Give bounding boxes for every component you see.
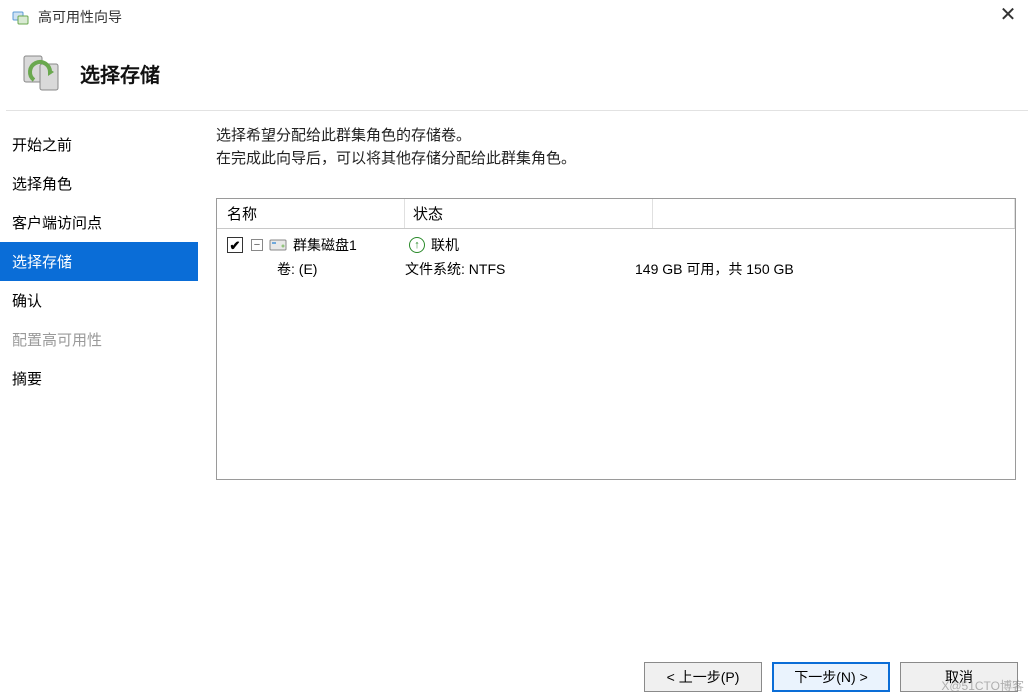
column-header-name[interactable]: 名称 bbox=[217, 199, 405, 228]
wizard-header: 选择存储 bbox=[0, 32, 1034, 110]
step-client-access[interactable]: 客户端访问点 bbox=[0, 203, 198, 242]
column-header-status[interactable]: 状态 bbox=[405, 199, 653, 228]
cancel-button[interactable]: 取消 bbox=[900, 662, 1018, 692]
disk-name: 群集磁盘1 bbox=[293, 235, 357, 255]
storage-row-disk[interactable]: ✔ − 群集磁盘1 ↑ 联机 bbox=[217, 229, 1015, 257]
storage-row-volume: 卷: (E) 文件系统: NTFS 149 GB 可用，共 150 GB bbox=[217, 257, 1015, 281]
storage-header-icon bbox=[20, 50, 66, 96]
back-button[interactable]: < 上一步(P) bbox=[644, 662, 762, 692]
titlebar: 高可用性向导 ✕ bbox=[0, 0, 1034, 32]
wizard-body: 开始之前 选择角色 客户端访问点 选择存储 确认 配置高可用性 摘要 选择希望分… bbox=[0, 111, 1034, 651]
step-select-storage[interactable]: 选择存储 bbox=[0, 242, 198, 281]
window-title: 高可用性向导 bbox=[38, 7, 122, 27]
step-confirm[interactable]: 确认 bbox=[0, 281, 198, 320]
disk-status: 联机 bbox=[431, 235, 459, 255]
step-select-role[interactable]: 选择角色 bbox=[0, 164, 198, 203]
step-configure-ha: 配置高可用性 bbox=[0, 320, 198, 359]
volume-label: 卷: (E) bbox=[277, 259, 405, 279]
collapse-icon[interactable]: − bbox=[251, 239, 263, 251]
wizard-steps-sidebar: 开始之前 选择角色 客户端访问点 选择存储 确认 配置高可用性 摘要 bbox=[0, 111, 198, 651]
close-icon[interactable]: ✕ bbox=[992, 3, 1024, 31]
disk-icon bbox=[269, 237, 287, 253]
storage-table-header: 名称 状态 bbox=[217, 199, 1015, 229]
filesystem-label: 文件系统: NTFS bbox=[405, 259, 635, 279]
step-summary[interactable]: 摘要 bbox=[0, 359, 198, 398]
instruction-line-1: 选择希望分配给此群集角色的存储卷。 bbox=[216, 125, 1016, 148]
page-title: 选择存储 bbox=[80, 59, 160, 88]
disk-checkbox[interactable]: ✔ bbox=[227, 237, 243, 253]
online-status-icon: ↑ bbox=[409, 237, 425, 253]
step-before-begin[interactable]: 开始之前 bbox=[0, 125, 198, 164]
wizard-main-panel: 选择希望分配给此群集角色的存储卷。 在完成此向导后，可以将其他存储分配给此群集角… bbox=[198, 111, 1034, 651]
instruction-line-2: 在完成此向导后，可以将其他存储分配给此群集角色。 bbox=[216, 148, 1016, 171]
wizard-footer: < 上一步(P) 下一步(N) > 取消 bbox=[644, 662, 1018, 692]
column-header-empty bbox=[653, 199, 1015, 228]
instruction-text: 选择希望分配给此群集角色的存储卷。 在完成此向导后，可以将其他存储分配给此群集角… bbox=[216, 125, 1016, 170]
next-button[interactable]: 下一步(N) > bbox=[772, 662, 890, 692]
size-label: 149 GB 可用，共 150 GB bbox=[635, 259, 794, 279]
storage-list: 名称 状态 ✔ − 群集磁盘1 bbox=[216, 198, 1016, 480]
wizard-icon bbox=[12, 8, 30, 26]
